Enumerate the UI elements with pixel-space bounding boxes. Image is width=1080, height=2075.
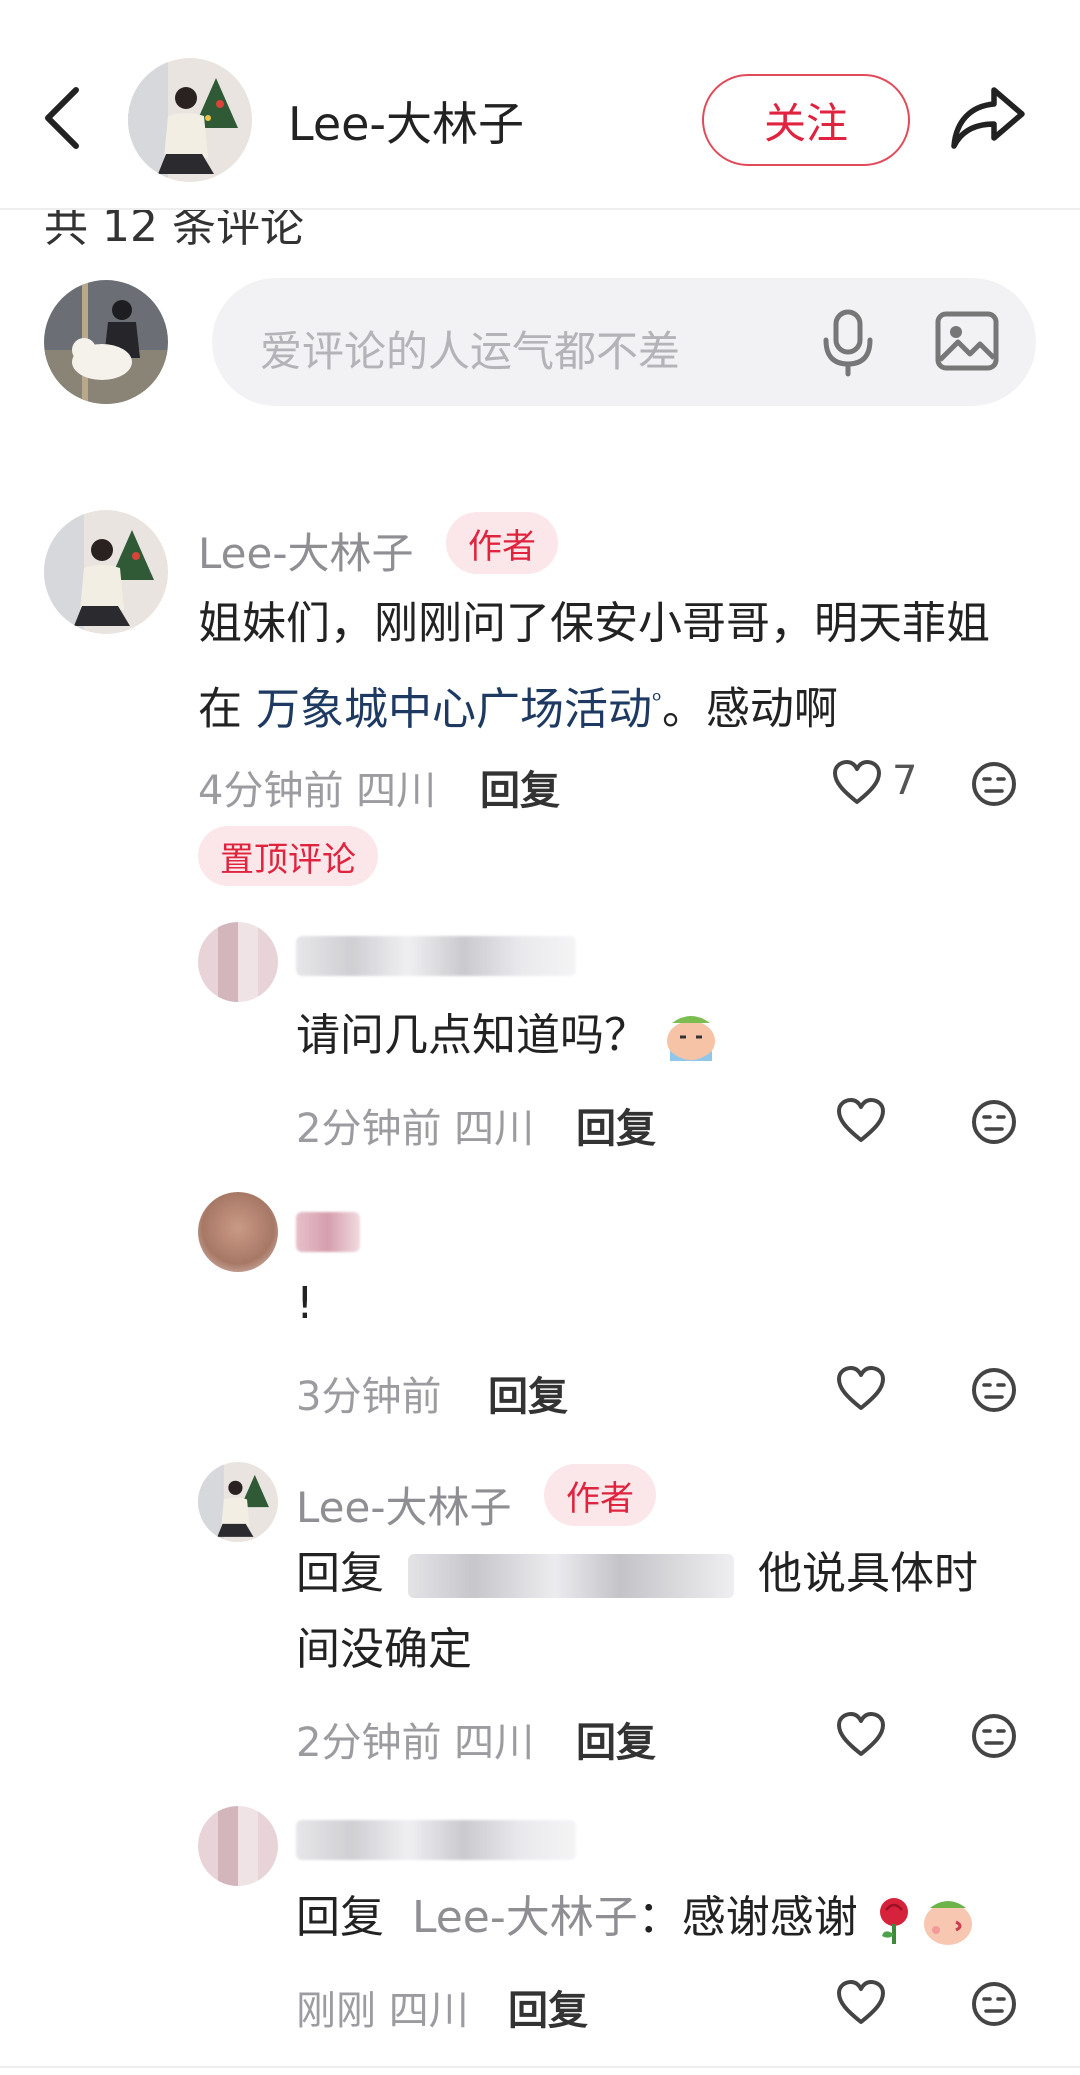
reply-avatar[interactable] xyxy=(198,1462,278,1542)
image-icon[interactable] xyxy=(934,310,1000,372)
topic-link-text: 万象城中心广场活动 xyxy=(256,683,652,735)
reply-location: 四川 xyxy=(454,1106,535,1152)
heart-icon[interactable] xyxy=(836,1366,886,1412)
heart-icon[interactable] xyxy=(832,760,882,806)
mentioned-user[interactable]: Lee-大林子 xyxy=(412,1892,638,1943)
emoji-reaction-icon[interactable] xyxy=(970,1980,1018,2028)
author-badge: 作者 xyxy=(446,512,558,574)
emoji-reaction-icon[interactable] xyxy=(970,1712,1018,1760)
reply-time-value: 2分钟前 xyxy=(296,1106,442,1152)
crying-sticker-icon xyxy=(667,1016,715,1061)
reply-location: 四川 xyxy=(454,1720,535,1766)
comment-location: 四川 xyxy=(356,768,437,814)
comment-input[interactable]: 爱评论的人运气都不差 xyxy=(212,278,1036,406)
reply-username-obscured xyxy=(296,936,576,976)
comment-username[interactable]: Lee-大林子 xyxy=(198,520,414,581)
reply-avatar[interactable] xyxy=(198,1192,278,1272)
emoji-reaction-icon[interactable] xyxy=(970,760,1018,808)
rose-and-kiss-stickers-icon xyxy=(879,1898,972,1945)
reply-username-obscured xyxy=(296,1212,360,1252)
emoji-reaction-icon[interactable] xyxy=(970,1366,1018,1414)
heart-icon[interactable] xyxy=(836,1712,886,1758)
reply-text: ! xyxy=(296,1278,314,1329)
topic-link[interactable]: 万象城中心广场活动ᵒ xyxy=(256,684,662,735)
microphone-icon[interactable] xyxy=(818,308,878,378)
chevron-left-icon[interactable] xyxy=(38,82,90,154)
my-avatar[interactable] xyxy=(44,280,168,404)
reply-prefix: 回复 xyxy=(296,1548,384,1599)
reply-button[interactable]: 回复 xyxy=(576,1096,656,1154)
reply-avatar[interactable] xyxy=(198,922,278,1002)
reply-text-value: 间没确定 xyxy=(296,1624,472,1675)
comment-text: 姐妹们，刚刚问了保安小哥哥，明天菲姐在 万象城中心广场活动ᵒ。感动啊 xyxy=(198,586,1028,748)
like-count: 7 xyxy=(892,758,918,804)
reply-colon: ： xyxy=(637,1892,682,1943)
author-badge: 作者 xyxy=(544,1464,656,1526)
reply-button[interactable]: 回复 xyxy=(480,758,560,816)
reply-time-value: 2分钟前 xyxy=(296,1720,442,1766)
reply-time-value: 刚刚 xyxy=(296,1988,376,2034)
share-arrow-icon[interactable] xyxy=(948,82,1028,154)
mentioned-user-obscured xyxy=(408,1554,734,1598)
comment-text-part: 。感动啊 xyxy=(661,683,838,735)
reply-time: 2分钟前 四川 xyxy=(296,1096,534,1154)
search-icon: ᵒ xyxy=(652,686,662,714)
reply-text: 回复 他说具体时间没确定 xyxy=(296,1536,1036,1688)
reply-time: 3分钟前 xyxy=(296,1374,442,1420)
reply-text: 回复 Lee-大林子：感谢感谢 xyxy=(296,1880,1056,1956)
reply-text-value: 他说具体时 xyxy=(758,1548,978,1599)
reply-time: 刚刚 四川 xyxy=(296,1978,469,2036)
reply-text: 请问几点知道吗？ xyxy=(296,998,720,1074)
reply-location: 四川 xyxy=(388,1988,469,2034)
reply-button[interactable]: 回复 xyxy=(576,1710,656,1768)
author-name[interactable]: Lee-大林子 xyxy=(288,88,524,154)
comment-time: 4分钟前 四川 xyxy=(198,758,436,816)
heart-icon[interactable] xyxy=(836,1980,886,2026)
reply-button[interactable]: 回复 xyxy=(488,1364,568,1422)
emoji-reaction-icon[interactable] xyxy=(970,1098,1018,1146)
reply-username-obscured xyxy=(296,1820,576,1860)
reply-time: 2分钟前 四川 xyxy=(296,1710,534,1768)
reply-avatar[interactable] xyxy=(198,1806,278,1886)
top-bar: Lee-大林子 关注 xyxy=(0,0,1080,210)
bottom-divider xyxy=(0,2066,1080,2068)
reply-username[interactable]: Lee-大林子 xyxy=(296,1474,512,1535)
author-avatar[interactable] xyxy=(128,58,252,182)
reply-button[interactable]: 回复 xyxy=(508,1978,588,2036)
comment-avatar[interactable] xyxy=(44,510,168,634)
reply-text-value: 感谢感谢 xyxy=(681,1892,858,1943)
reply-text-value: 请问几点知道吗？ xyxy=(296,1010,648,1061)
heart-icon[interactable] xyxy=(836,1098,886,1144)
follow-button[interactable]: 关注 xyxy=(702,74,910,166)
pinned-comment-badge: 置顶评论 xyxy=(198,826,378,886)
comment-time-value: 4分钟前 xyxy=(198,768,344,814)
comment-input-placeholder: 爱评论的人运气都不差 xyxy=(260,327,681,376)
reply-prefix: 回复 xyxy=(296,1892,384,1943)
